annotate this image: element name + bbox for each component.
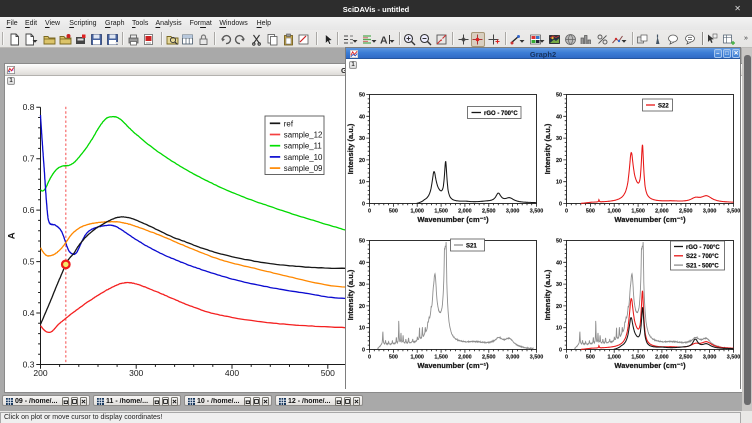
svg-text:10: 10 xyxy=(359,180,365,186)
svg-text:rGO - 700°C: rGO - 700°C xyxy=(484,111,518,117)
svg-text:1,500: 1,500 xyxy=(434,209,448,215)
svg-text:1,500: 1,500 xyxy=(631,355,645,361)
svg-text:1,000: 1,000 xyxy=(607,209,621,215)
svg-text:0.5: 0.5 xyxy=(23,256,35,266)
svg-text:Wavenumber (cm⁻¹): Wavenumber (cm⁻¹) xyxy=(614,215,686,224)
svg-text:50: 50 xyxy=(556,239,562,245)
svg-text:40: 40 xyxy=(556,260,562,266)
svg-text:2,500: 2,500 xyxy=(482,355,496,361)
svg-text:30: 30 xyxy=(359,136,365,142)
svg-text:20: 20 xyxy=(359,304,365,310)
svg-text:10: 10 xyxy=(359,326,365,332)
svg-text:0.7: 0.7 xyxy=(23,154,35,164)
svg-text:30: 30 xyxy=(556,136,562,142)
svg-text:1,000: 1,000 xyxy=(410,209,424,215)
svg-text:500: 500 xyxy=(321,368,335,378)
svg-text:sample_09: sample_09 xyxy=(284,164,323,173)
svg-text:0: 0 xyxy=(559,202,562,208)
svg-text:0: 0 xyxy=(368,209,371,215)
svg-text:S22 - 700°C: S22 - 700°C xyxy=(686,254,719,260)
svg-text:3,000: 3,000 xyxy=(703,355,717,361)
svg-text:50: 50 xyxy=(359,239,365,245)
svg-text:0: 0 xyxy=(362,202,365,208)
svg-text:400: 400 xyxy=(225,368,239,378)
svg-text:300: 300 xyxy=(129,368,143,378)
svg-text:20: 20 xyxy=(359,158,365,164)
svg-text:40: 40 xyxy=(556,114,562,120)
svg-text:30: 30 xyxy=(556,282,562,288)
svg-text:10: 10 xyxy=(556,326,562,332)
svg-text:sample_12: sample_12 xyxy=(284,131,323,140)
svg-text:40: 40 xyxy=(359,114,365,120)
svg-text:500: 500 xyxy=(586,355,595,361)
svg-text:2,000: 2,000 xyxy=(655,209,669,215)
svg-text:20: 20 xyxy=(556,158,562,164)
svg-text:Intensity (a.u.): Intensity (a.u.) xyxy=(543,123,552,174)
svg-text:2,500: 2,500 xyxy=(679,355,693,361)
svg-text:50: 50 xyxy=(556,93,562,99)
svg-text:500: 500 xyxy=(389,355,398,361)
svg-text:0: 0 xyxy=(565,355,568,361)
svg-text:3,500: 3,500 xyxy=(727,355,740,361)
svg-text:0: 0 xyxy=(559,348,562,354)
svg-text:40: 40 xyxy=(359,260,365,266)
svg-text:ref: ref xyxy=(284,119,294,128)
svg-text:3,000: 3,000 xyxy=(506,209,519,215)
svg-text:50: 50 xyxy=(359,93,365,99)
svg-text:0.6: 0.6 xyxy=(23,205,35,215)
svg-text:1,000: 1,000 xyxy=(410,355,424,361)
svg-text:2,000: 2,000 xyxy=(458,209,472,215)
svg-text:sample_10: sample_10 xyxy=(284,153,323,162)
svg-text:0.4: 0.4 xyxy=(23,308,35,318)
svg-text:2,500: 2,500 xyxy=(679,209,693,215)
svg-text:3,500: 3,500 xyxy=(727,209,740,215)
svg-text:3,500: 3,500 xyxy=(530,355,544,361)
svg-text:S21: S21 xyxy=(466,243,477,249)
svg-text:Wavenumber (cm⁻¹): Wavenumber (cm⁻¹) xyxy=(417,215,489,224)
svg-text:200: 200 xyxy=(33,368,47,378)
svg-text:10: 10 xyxy=(556,180,562,186)
svg-text:3,000: 3,000 xyxy=(703,209,717,215)
svg-text:3,000: 3,000 xyxy=(506,355,519,361)
svg-text:20: 20 xyxy=(556,304,562,310)
svg-text:sample_11: sample_11 xyxy=(284,142,322,151)
svg-text:2,500: 2,500 xyxy=(482,209,496,215)
svg-text:Wavenumber (cm⁻¹): Wavenumber (cm⁻¹) xyxy=(614,361,686,370)
svg-text:Wavenumber (cm⁻¹): Wavenumber (cm⁻¹) xyxy=(417,361,489,370)
svg-text:0: 0 xyxy=(565,209,568,215)
svg-text:1,000: 1,000 xyxy=(607,355,621,361)
svg-text:500: 500 xyxy=(389,209,398,215)
svg-text:Intensity (a.u.): Intensity (a.u.) xyxy=(346,123,355,174)
svg-text:S21 - 500°C: S21 - 500°C xyxy=(686,263,719,269)
svg-text:2,000: 2,000 xyxy=(458,355,472,361)
svg-text:0: 0 xyxy=(362,348,365,354)
svg-text:2,000: 2,000 xyxy=(655,355,669,361)
svg-text:0: 0 xyxy=(368,355,371,361)
svg-text:A: A xyxy=(7,232,18,239)
svg-text:rGO - 700°C: rGO - 700°C xyxy=(686,245,720,251)
svg-text:A: A xyxy=(380,34,388,46)
svg-text:1,500: 1,500 xyxy=(434,355,448,361)
svg-text:Intensity (a.u.): Intensity (a.u.) xyxy=(543,269,552,320)
svg-text:30: 30 xyxy=(359,282,365,288)
svg-text:Intensity (a.u.): Intensity (a.u.) xyxy=(346,269,355,320)
svg-text:500: 500 xyxy=(586,209,595,215)
svg-text:S22: S22 xyxy=(658,103,669,109)
svg-text:1,500: 1,500 xyxy=(631,209,645,215)
svg-text:0.8: 0.8 xyxy=(23,102,35,112)
svg-text:3,500: 3,500 xyxy=(530,209,544,215)
